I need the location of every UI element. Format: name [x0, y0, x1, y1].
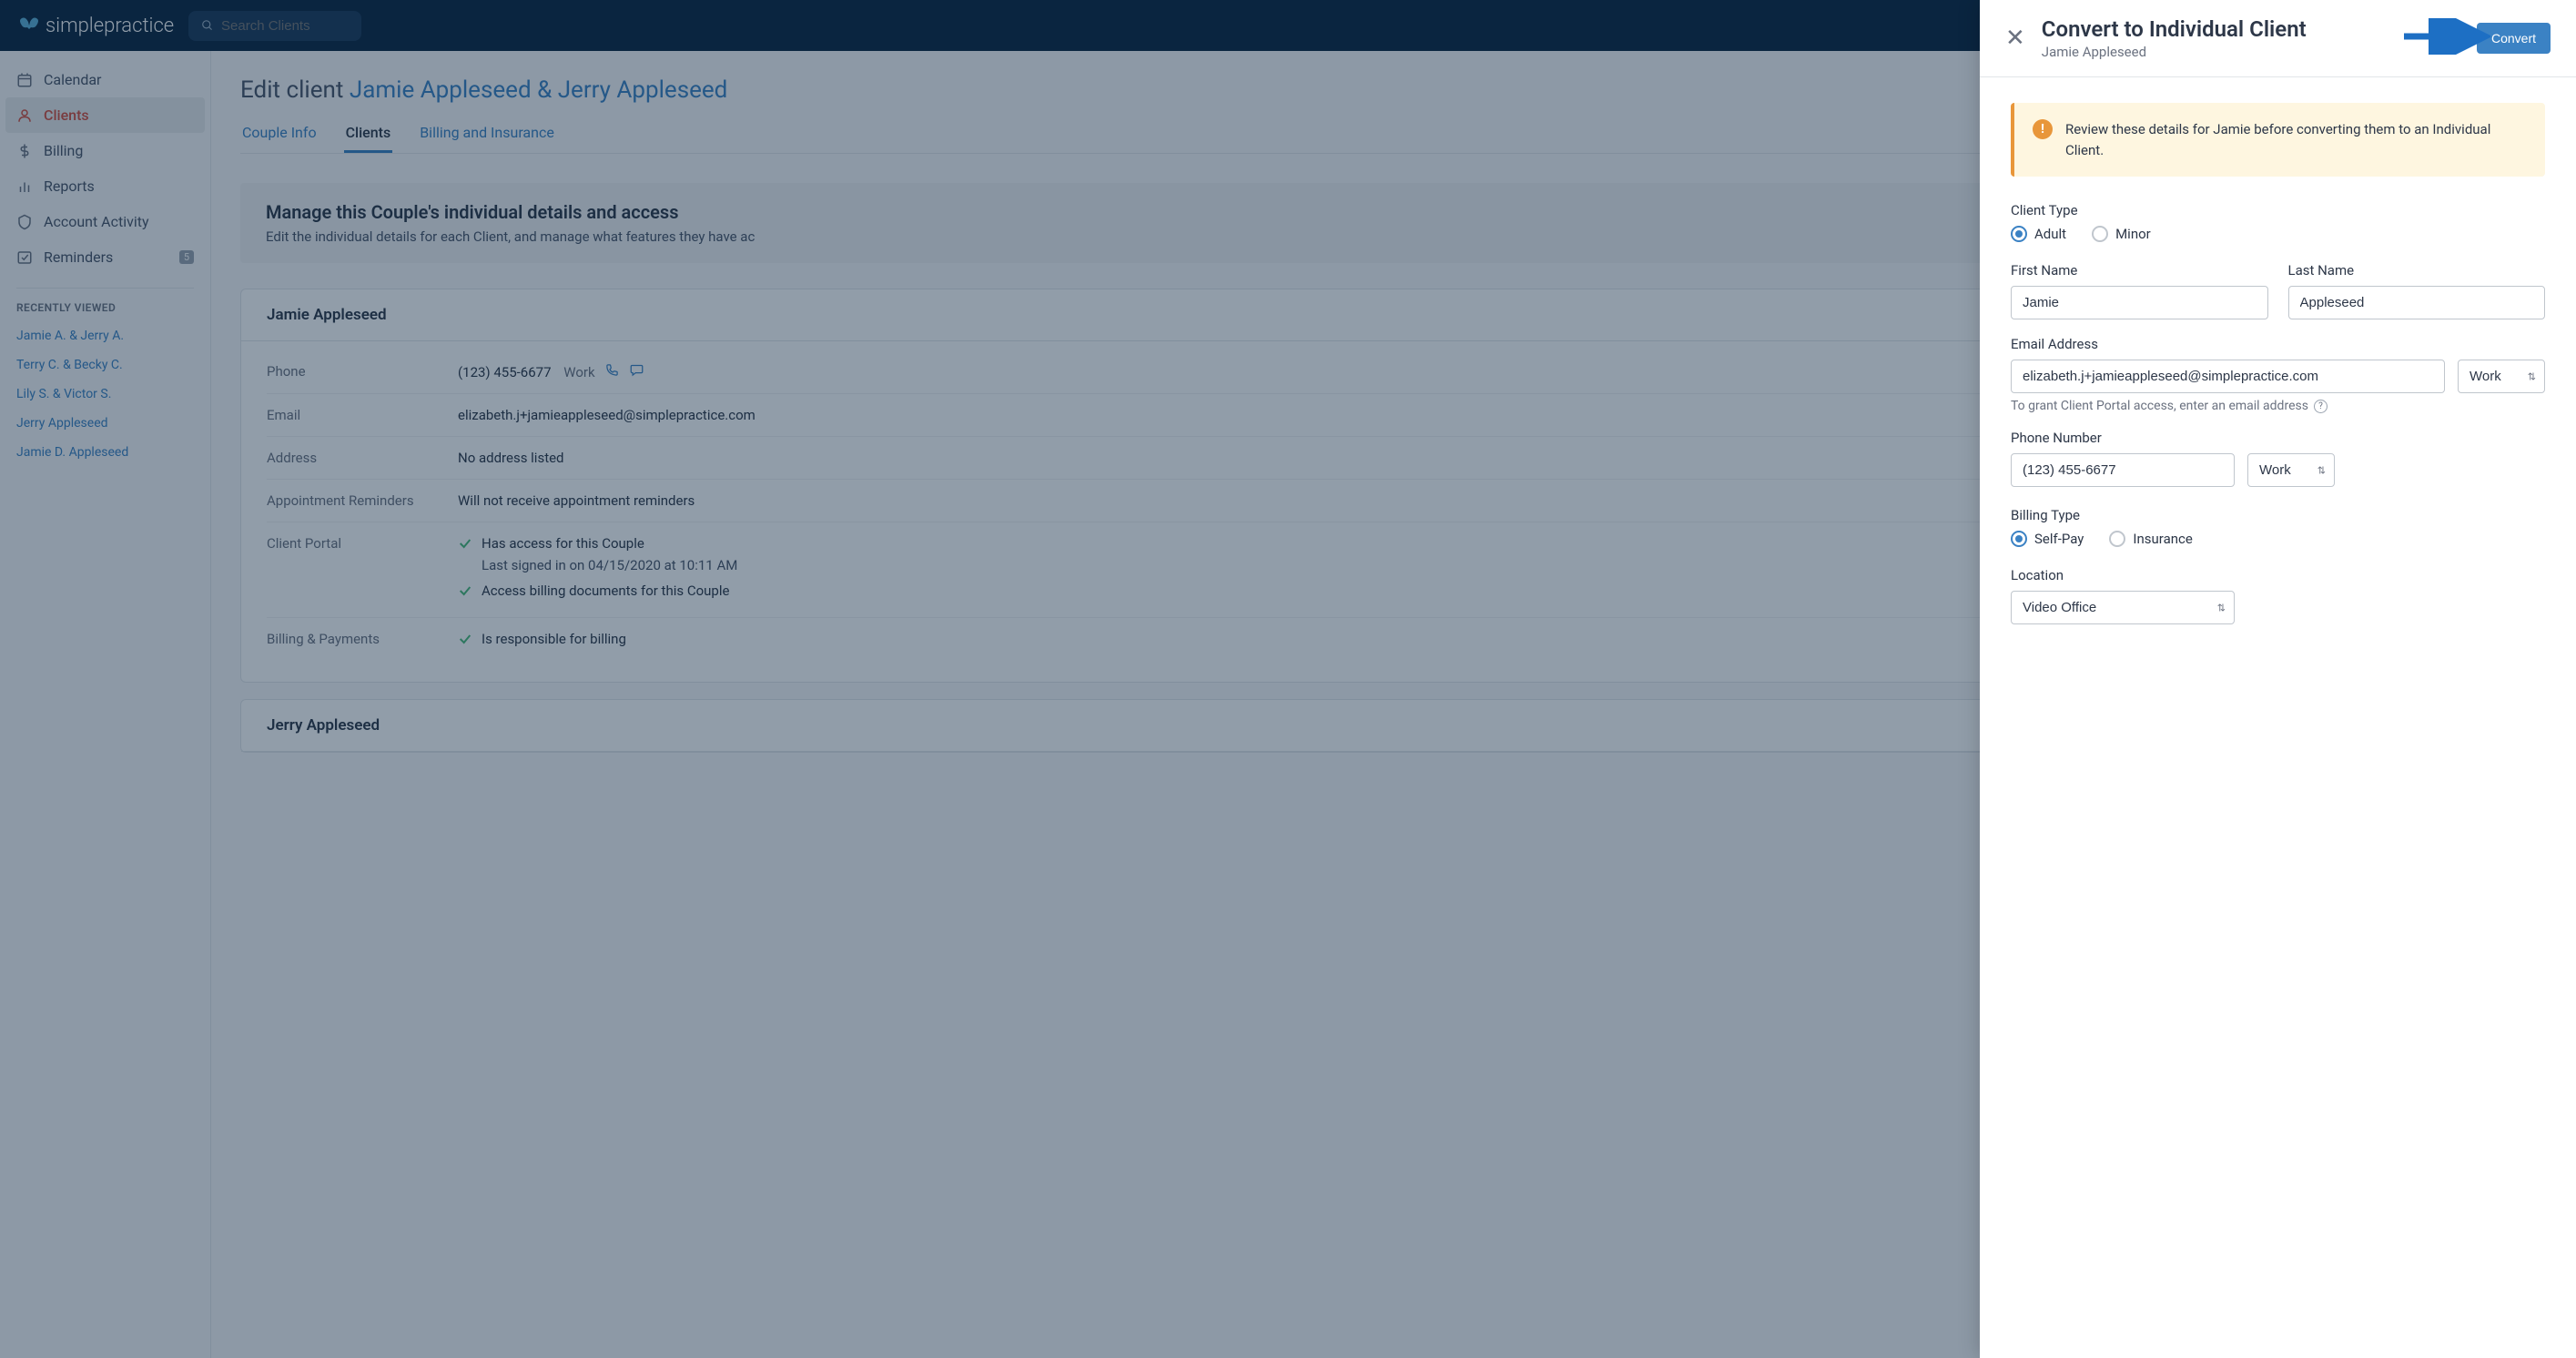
panel-subtitle: Jamie Appleseed	[2042, 44, 2460, 60]
location-select[interactable]: Video Office	[2011, 591, 2235, 624]
convert-panel: ✕ Convert to Individual Client Jamie App…	[1980, 0, 2576, 1358]
email-field[interactable]	[2011, 360, 2445, 393]
help-icon[interactable]: ?	[2314, 400, 2328, 413]
email-helper: To grant Client Portal access, enter an …	[2011, 399, 2545, 413]
last-name-label: Last Name	[2288, 262, 2546, 279]
panel-title: Convert to Individual Client	[2042, 16, 2460, 42]
alert-text: Review these details for Jamie before co…	[2065, 119, 2527, 160]
first-name-field[interactable]	[2011, 286, 2268, 319]
panel-header: ✕ Convert to Individual Client Jamie App…	[1980, 0, 2576, 77]
email-type-select[interactable]: Work	[2458, 360, 2545, 393]
modal-overlay: ✕ Convert to Individual Client Jamie App…	[0, 0, 2576, 1358]
close-icon[interactable]: ✕	[2005, 25, 2025, 52]
first-name-label: First Name	[2011, 262, 2268, 279]
email-label: Email Address	[2011, 336, 2545, 352]
radio-adult[interactable]: Adult	[2011, 226, 2066, 242]
phone-field[interactable]	[2011, 453, 2235, 487]
review-alert: ! Review these details for Jamie before …	[2011, 103, 2545, 177]
alert-icon: !	[2033, 119, 2053, 139]
radio-insurance[interactable]: Insurance	[2109, 531, 2192, 547]
client-type-label: Client Type	[2011, 202, 2545, 218]
location-label: Location	[2011, 567, 2545, 583]
last-name-field[interactable]	[2288, 286, 2546, 319]
phone-label: Phone Number	[2011, 430, 2545, 446]
radio-minor[interactable]: Minor	[2092, 226, 2151, 242]
radio-self-pay[interactable]: Self-Pay	[2011, 531, 2084, 547]
convert-button[interactable]: Convert	[2477, 23, 2551, 54]
phone-type-select[interactable]: Work	[2247, 453, 2335, 487]
billing-type-label: Billing Type	[2011, 507, 2545, 523]
